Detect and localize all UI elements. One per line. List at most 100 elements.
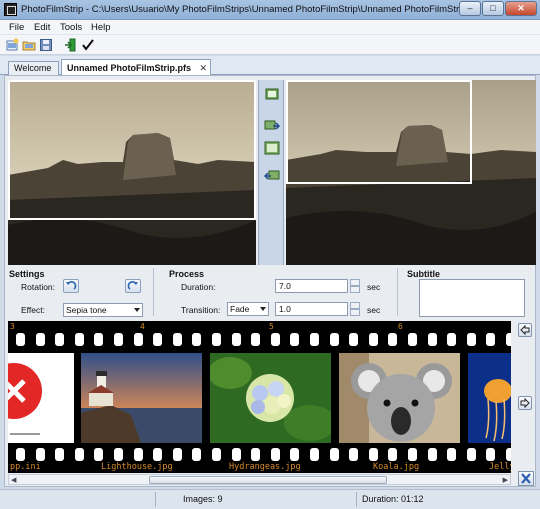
- close-button[interactable]: ✕: [505, 1, 537, 16]
- sprocket-hole: [506, 448, 511, 461]
- filmstrip-scrollbar[interactable]: ◀ ▶: [8, 474, 511, 485]
- frame-number: 3: [10, 322, 15, 331]
- duration-spinner[interactable]: [350, 279, 360, 293]
- thumbnail-hydrangeas[interactable]: [210, 353, 331, 443]
- import-images-icon[interactable]: [64, 38, 78, 52]
- sprocket-hole: [74, 333, 84, 346]
- status-bar: Images: 9 Duration: 01:12: [0, 489, 540, 509]
- tab-welcome[interactable]: Welcome: [8, 61, 59, 75]
- scroll-right-icon[interactable]: ▶: [503, 476, 508, 484]
- menu-file[interactable]: File: [9, 22, 24, 33]
- duration-value: 7.0: [279, 281, 291, 291]
- image-preview-start[interactable]: [8, 80, 256, 265]
- image-preview-end[interactable]: [286, 80, 536, 265]
- save-icon[interactable]: [39, 38, 53, 52]
- move-right-button[interactable]: [518, 396, 532, 410]
- sprocket-hole: [427, 333, 437, 346]
- duration-input[interactable]: 7.0: [275, 279, 348, 293]
- file-name: Hydrangeas.jpg: [229, 462, 301, 472]
- sprocket-hole: [35, 448, 45, 461]
- sprocket-hole: [133, 333, 143, 346]
- menu-help[interactable]: Help: [91, 22, 111, 33]
- sprocket-hole: [192, 448, 202, 461]
- spin-up-icon[interactable]: [350, 279, 360, 286]
- sprocket-hole: [388, 448, 398, 461]
- error-file-icon: [8, 363, 42, 435]
- transition-label: Transition:: [181, 305, 221, 315]
- sprocket-hole: [466, 448, 476, 461]
- tab-close-icon[interactable]: ✕: [200, 63, 208, 73]
- filmstrip[interactable]: 3 4 5 6 pp.ini Lighthouse.jpg Hydrangeas…: [8, 321, 511, 473]
- sprocket-hole: [212, 448, 221, 461]
- thumbnail-jellyfish[interactable]: [468, 353, 511, 443]
- sprocket-hole: [55, 448, 65, 461]
- monument-valley-image: [286, 80, 536, 265]
- move-left-button[interactable]: [518, 323, 532, 337]
- sprocket-hole: [94, 333, 104, 346]
- new-project-icon[interactable]: [5, 38, 19, 52]
- sprocket-hole: [270, 333, 280, 346]
- spin-down-icon[interactable]: [350, 309, 360, 316]
- sprocket-hole: [329, 333, 339, 346]
- toolbar: [0, 35, 540, 55]
- sprocket-hole: [74, 448, 84, 461]
- spin-down-icon[interactable]: [350, 286, 360, 293]
- sprocket-hole: [466, 333, 476, 346]
- lighthouse-image: [81, 353, 202, 443]
- sprocket-hole: [486, 448, 496, 461]
- frame-number: 4: [140, 322, 145, 331]
- sprocket-hole: [114, 448, 123, 461]
- settings-heading: Settings: [9, 269, 45, 279]
- status-duration: Duration: 01:12: [362, 494, 424, 504]
- divider: [153, 268, 154, 316]
- transition-input[interactable]: 1.0: [275, 302, 348, 316]
- frame-number: 6: [398, 322, 403, 331]
- thumbnail-lighthouse[interactable]: [81, 353, 202, 443]
- menu-tools[interactable]: Tools: [60, 22, 82, 33]
- sprocket-hole: [133, 448, 143, 461]
- process-panel: Process Duration: 7.0 sec Transition: Fa…: [155, 267, 395, 317]
- window-title: PhotoFilmStrip - C:\Users\Usuario\My Pho…: [21, 4, 461, 15]
- rotate-right-button[interactable]: [125, 279, 141, 293]
- tab-label: Unnamed PhotoFilmStrip.pfs: [67, 63, 192, 73]
- effect-select[interactable]: Sepia tone: [63, 303, 143, 317]
- file-name: pp.ini: [10, 462, 41, 472]
- rotate-left-button[interactable]: [63, 279, 79, 293]
- transition-unit: sec: [367, 305, 381, 315]
- minimize-button[interactable]: –: [459, 1, 481, 16]
- process-heading: Process: [169, 269, 205, 279]
- remove-image-button[interactable]: [518, 471, 534, 486]
- effect-label: Effect:: [21, 305, 45, 315]
- menu-edit[interactable]: Edit: [34, 22, 50, 33]
- copy-to-start-icon[interactable]: [264, 168, 280, 184]
- sprocket-hole: [16, 448, 25, 461]
- transition-spinner[interactable]: [350, 302, 360, 316]
- sprocket-hole: [506, 333, 511, 346]
- transition-select[interactable]: Fade: [227, 302, 269, 316]
- scroll-left-icon[interactable]: ◀: [11, 476, 16, 484]
- sprocket-hole: [368, 333, 378, 346]
- sprocket-hole: [231, 333, 241, 346]
- thumbnail-ini[interactable]: [8, 353, 74, 443]
- subtitle-textarea[interactable]: [419, 279, 525, 317]
- sprocket-hole: [153, 448, 163, 461]
- spin-up-icon[interactable]: [350, 302, 360, 309]
- tab-project[interactable]: Unnamed PhotoFilmStrip.pfs ✕: [61, 59, 211, 76]
- copy-to-end-icon[interactable]: [264, 118, 280, 134]
- sprocket-hole: [212, 333, 221, 346]
- checkmark-icon[interactable]: [81, 38, 95, 52]
- thumbnail-koala[interactable]: [339, 353, 460, 443]
- swap-positions-icon[interactable]: [264, 140, 280, 156]
- status-divider: [155, 492, 156, 507]
- maximize-button[interactable]: □: [482, 1, 504, 16]
- transition-type: Fade: [230, 304, 250, 314]
- remove-x-icon: [521, 473, 531, 484]
- scrollbar-thumb[interactable]: [149, 476, 387, 484]
- sprocket-hole: [388, 333, 398, 346]
- settings-panel: Settings Rotation: Effect: Sepia tone: [5, 267, 153, 317]
- sprocket-hole: [251, 448, 261, 461]
- set-start-icon[interactable]: [264, 86, 280, 102]
- chevron-down-icon: [260, 307, 266, 311]
- open-folder-icon[interactable]: [22, 38, 36, 52]
- sprocket-hole: [192, 333, 202, 346]
